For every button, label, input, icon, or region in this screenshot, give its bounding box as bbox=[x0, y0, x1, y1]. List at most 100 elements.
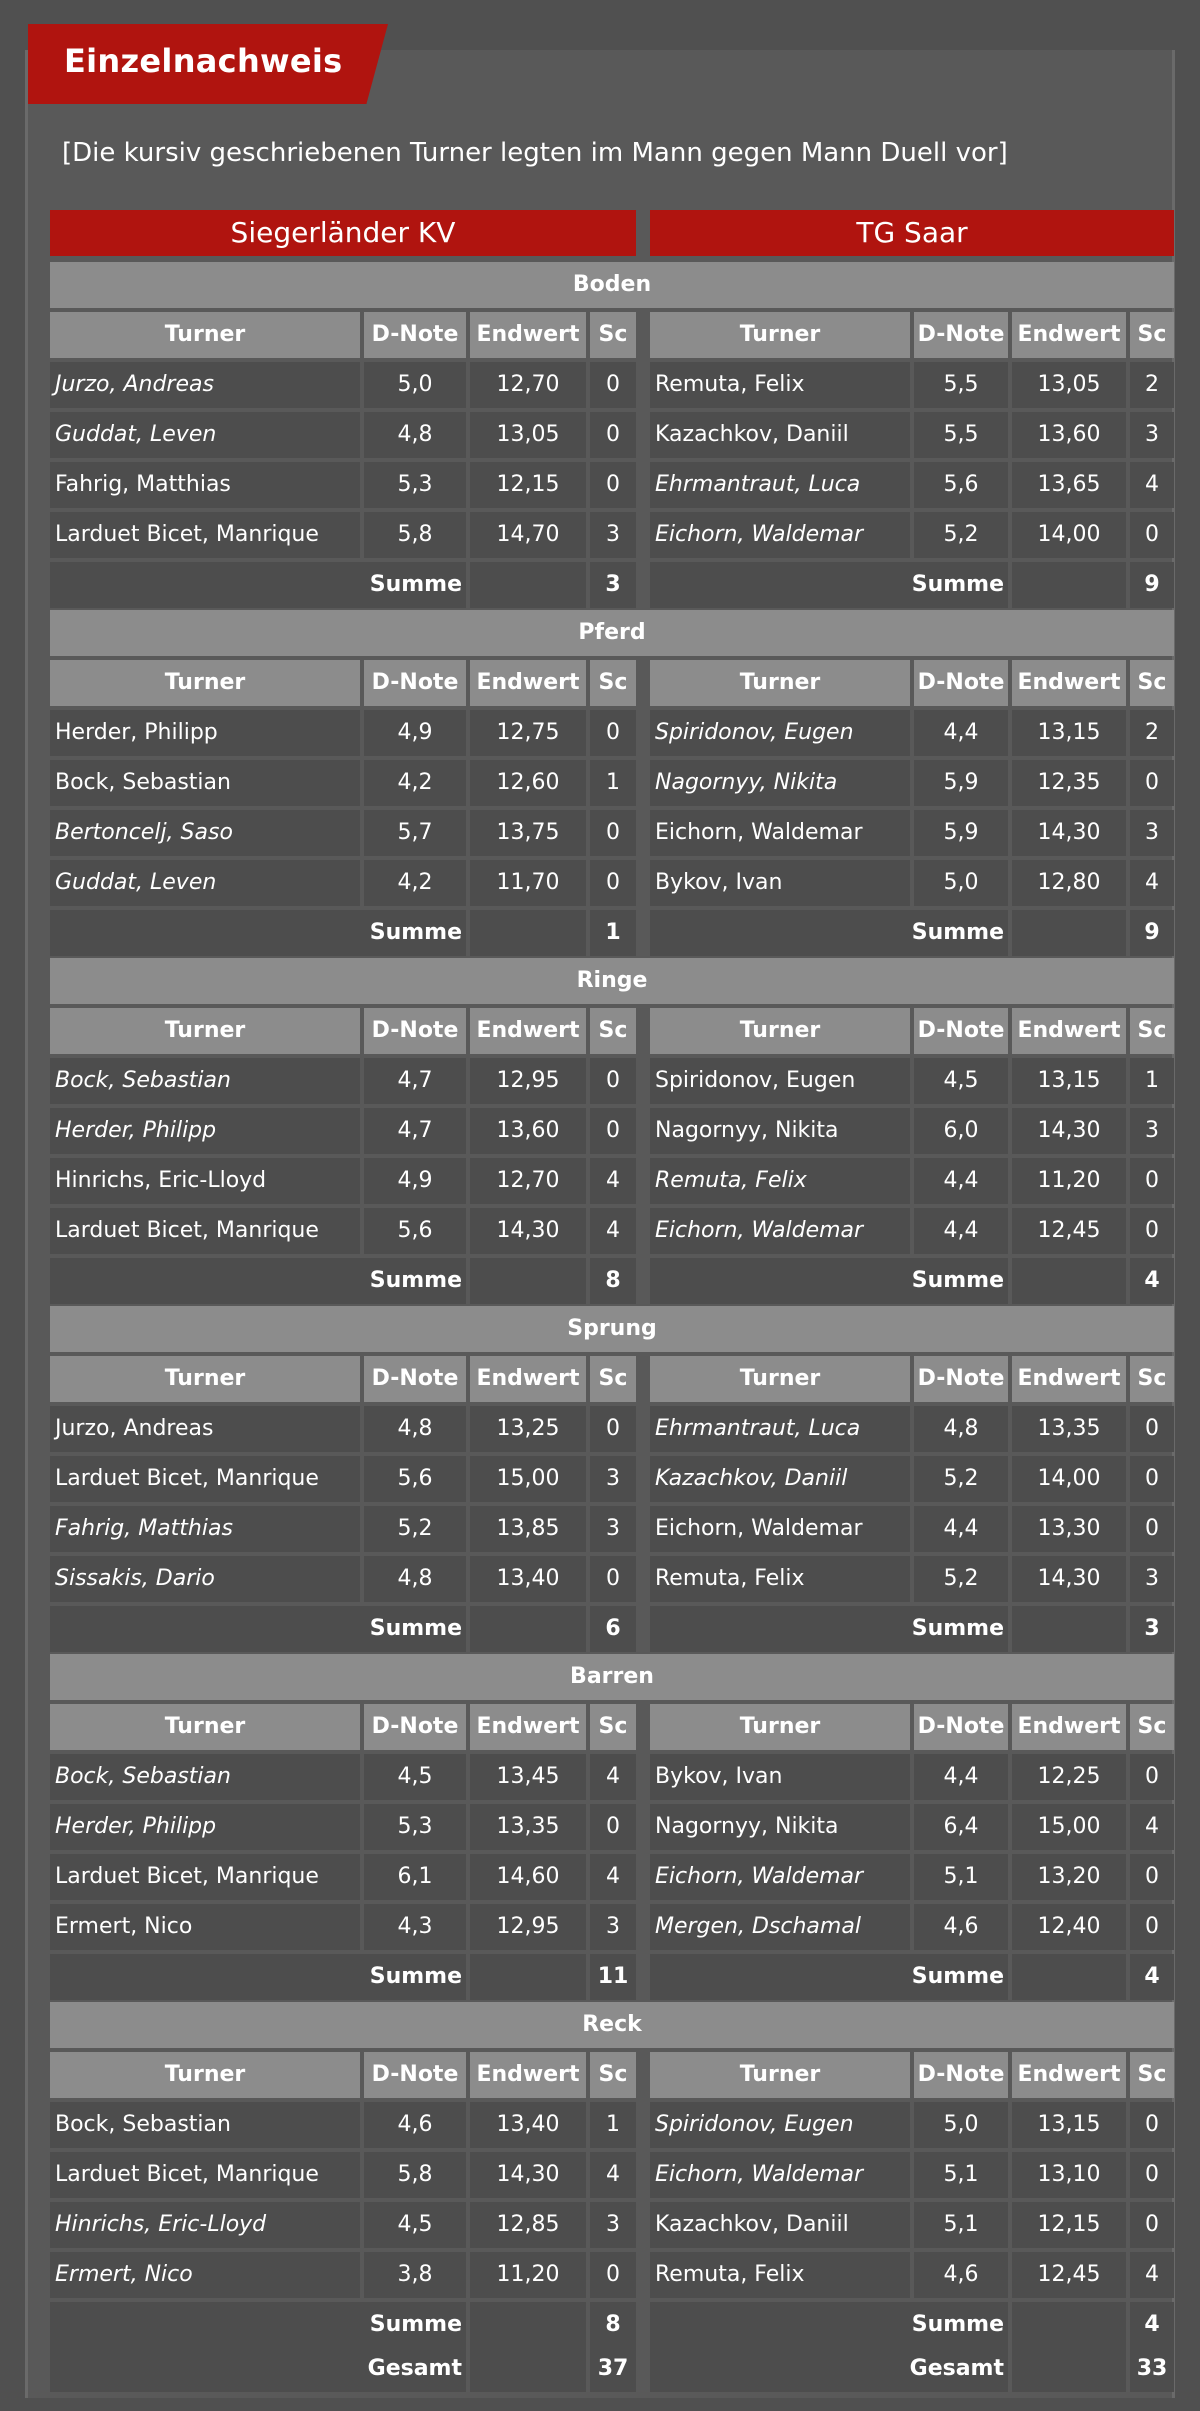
endwert-value: 12,70 bbox=[470, 1158, 586, 1204]
d-note-value: 5,0 bbox=[364, 362, 466, 408]
score-points-value: 0 bbox=[1130, 1506, 1174, 1552]
d-note-value: 4,5 bbox=[364, 1754, 466, 1800]
discipline-grid: Turner D-Note Endwert Sc Herder, Philipp 4,9 1… bbox=[50, 660, 1174, 956]
gymnast-name: Eichorn, Waldemar bbox=[650, 1208, 910, 1254]
discipline-block: Pferd Turner D-Note Endwert Sc Herder, Philip… bbox=[50, 610, 1174, 956]
gymnast-name: Nagornyy, Nikita bbox=[650, 760, 910, 806]
endwert-value: 12,40 bbox=[1012, 1904, 1126, 1950]
d-note-value: 5,2 bbox=[914, 1456, 1008, 1502]
gymnast-name: Bertoncelj, Saso bbox=[50, 810, 360, 856]
gymnast-name: Larduet Bicet, Manrique bbox=[50, 2152, 360, 2198]
d-note-value: 4,6 bbox=[914, 2252, 1008, 2298]
endwert-value: 15,00 bbox=[1012, 1804, 1126, 1850]
d-note-value: 5,2 bbox=[914, 512, 1008, 558]
sum-label: Summe bbox=[650, 1954, 1008, 2000]
score-points-value: 4 bbox=[1130, 1804, 1174, 1850]
d-note-value: 4,7 bbox=[364, 1058, 466, 1104]
total-blank-left bbox=[470, 2346, 586, 2392]
discipline-block: Barren Turner D-Note Endwert Sc Bock, Sebasti… bbox=[50, 1654, 1174, 2000]
team-header-left: Siegerländer KV bbox=[50, 210, 636, 256]
col-header-endwert: Endwert bbox=[470, 1008, 586, 1054]
sum-label: Summe bbox=[50, 2302, 466, 2348]
gymnast-name: Nagornyy, Nikita bbox=[650, 1108, 910, 1154]
endwert-value: 13,30 bbox=[1012, 1506, 1126, 1552]
score-points-value: 3 bbox=[590, 1456, 636, 1502]
d-note-value: 5,8 bbox=[364, 2152, 466, 2198]
sum-label: Summe bbox=[50, 910, 466, 956]
endwert-value: 13,60 bbox=[470, 1108, 586, 1154]
endwert-value: 13,10 bbox=[1012, 2152, 1126, 2198]
endwert-value: 14,30 bbox=[1012, 1108, 1126, 1154]
gymnast-name: Sissakis, Dario bbox=[50, 1556, 360, 1602]
d-note-value: 4,6 bbox=[364, 2102, 466, 2148]
discipline-title: Pferd bbox=[50, 610, 1174, 656]
d-note-value: 5,2 bbox=[364, 1506, 466, 1552]
col-header-endwert: Endwert bbox=[1012, 1704, 1126, 1750]
endwert-value: 13,85 bbox=[470, 1506, 586, 1552]
sum-value: 9 bbox=[1130, 910, 1174, 956]
score-points-value: 0 bbox=[1130, 1406, 1174, 1452]
score-points-value: 4 bbox=[590, 1854, 636, 1900]
d-note-value: 5,1 bbox=[914, 2152, 1008, 2198]
col-header-sc: Sc bbox=[1130, 1704, 1174, 1750]
d-note-value: 5,0 bbox=[914, 2102, 1008, 2148]
d-note-value: 5,6 bbox=[364, 1456, 466, 1502]
endwert-value: 13,45 bbox=[470, 1754, 586, 1800]
sum-value: 4 bbox=[1130, 1258, 1174, 1304]
team-header-right: TG Saar bbox=[650, 210, 1174, 256]
gymnast-name: Hinrichs, Eric-Lloyd bbox=[50, 1158, 360, 1204]
col-header-sc: Sc bbox=[590, 660, 636, 706]
sum-label: Summe bbox=[50, 1258, 466, 1304]
col-header-d-note: D-Note bbox=[914, 312, 1008, 358]
gymnast-name: Eichorn, Waldemar bbox=[650, 2152, 910, 2198]
gymnast-name: Bykov, Ivan bbox=[650, 1754, 910, 1800]
score-points-value: 3 bbox=[1130, 1108, 1174, 1154]
gymnast-name: Eichorn, Waldemar bbox=[650, 512, 910, 558]
col-header-d-note: D-Note bbox=[364, 312, 466, 358]
col-header-sc: Sc bbox=[590, 1356, 636, 1402]
score-points-value: 4 bbox=[1130, 462, 1174, 508]
endwert-value: 12,15 bbox=[470, 462, 586, 508]
gymnast-name: Remuta, Felix bbox=[650, 362, 910, 408]
sum-value: 9 bbox=[1130, 562, 1174, 608]
d-note-value: 4,2 bbox=[364, 860, 466, 906]
discipline-block: Ringe Turner D-Note Endwert Sc Bock, Sebastia… bbox=[50, 958, 1174, 1304]
gymnast-name: Eichorn, Waldemar bbox=[650, 1506, 910, 1552]
col-header-endwert: Endwert bbox=[470, 1356, 586, 1402]
d-note-value: 5,5 bbox=[914, 412, 1008, 458]
score-points-value: 0 bbox=[590, 1804, 636, 1850]
score-points-value: 0 bbox=[1130, 2202, 1174, 2248]
total-value-left: 37 bbox=[590, 2346, 636, 2392]
score-points-value: 0 bbox=[590, 1108, 636, 1154]
discipline-grid: Turner D-Note Endwert Sc Bock, Sebastian 4,7 1… bbox=[50, 1008, 1174, 1304]
endwert-value: 13,05 bbox=[470, 412, 586, 458]
d-note-value: 5,9 bbox=[914, 810, 1008, 856]
gymnast-name: Ehrmantraut, Luca bbox=[650, 1406, 910, 1452]
gymnast-name: Herder, Philipp bbox=[50, 1804, 360, 1850]
col-header-sc: Sc bbox=[1130, 312, 1174, 358]
endwert-value: 13,65 bbox=[1012, 462, 1126, 508]
d-note-value: 6,0 bbox=[914, 1108, 1008, 1154]
d-note-value: 6,1 bbox=[364, 1854, 466, 1900]
endwert-value: 13,35 bbox=[1012, 1406, 1126, 1452]
score-points-value: 0 bbox=[1130, 1208, 1174, 1254]
endwert-value: 11,70 bbox=[470, 860, 586, 906]
sum-value: 3 bbox=[590, 562, 636, 608]
sum-blank bbox=[470, 1606, 586, 1652]
d-note-value: 6,4 bbox=[914, 1804, 1008, 1850]
sum-blank bbox=[1012, 562, 1126, 608]
score-points-value: 1 bbox=[590, 760, 636, 806]
endwert-value: 14,60 bbox=[470, 1854, 586, 1900]
sum-label: Summe bbox=[650, 1606, 1008, 1652]
sum-value: 8 bbox=[590, 2302, 636, 2348]
endwert-value: 12,45 bbox=[1012, 2252, 1126, 2298]
score-points-value: 4 bbox=[1130, 860, 1174, 906]
gymnast-name: Spiridonov, Eugen bbox=[650, 2102, 910, 2148]
col-header-endwert: Endwert bbox=[1012, 312, 1126, 358]
endwert-value: 11,20 bbox=[470, 2252, 586, 2298]
d-note-value: 3,8 bbox=[364, 2252, 466, 2298]
gymnast-name: Eichorn, Waldemar bbox=[650, 810, 910, 856]
gymnast-name: Guddat, Leven bbox=[50, 860, 360, 906]
score-points-value: 3 bbox=[590, 2202, 636, 2248]
d-note-value: 4,8 bbox=[364, 412, 466, 458]
